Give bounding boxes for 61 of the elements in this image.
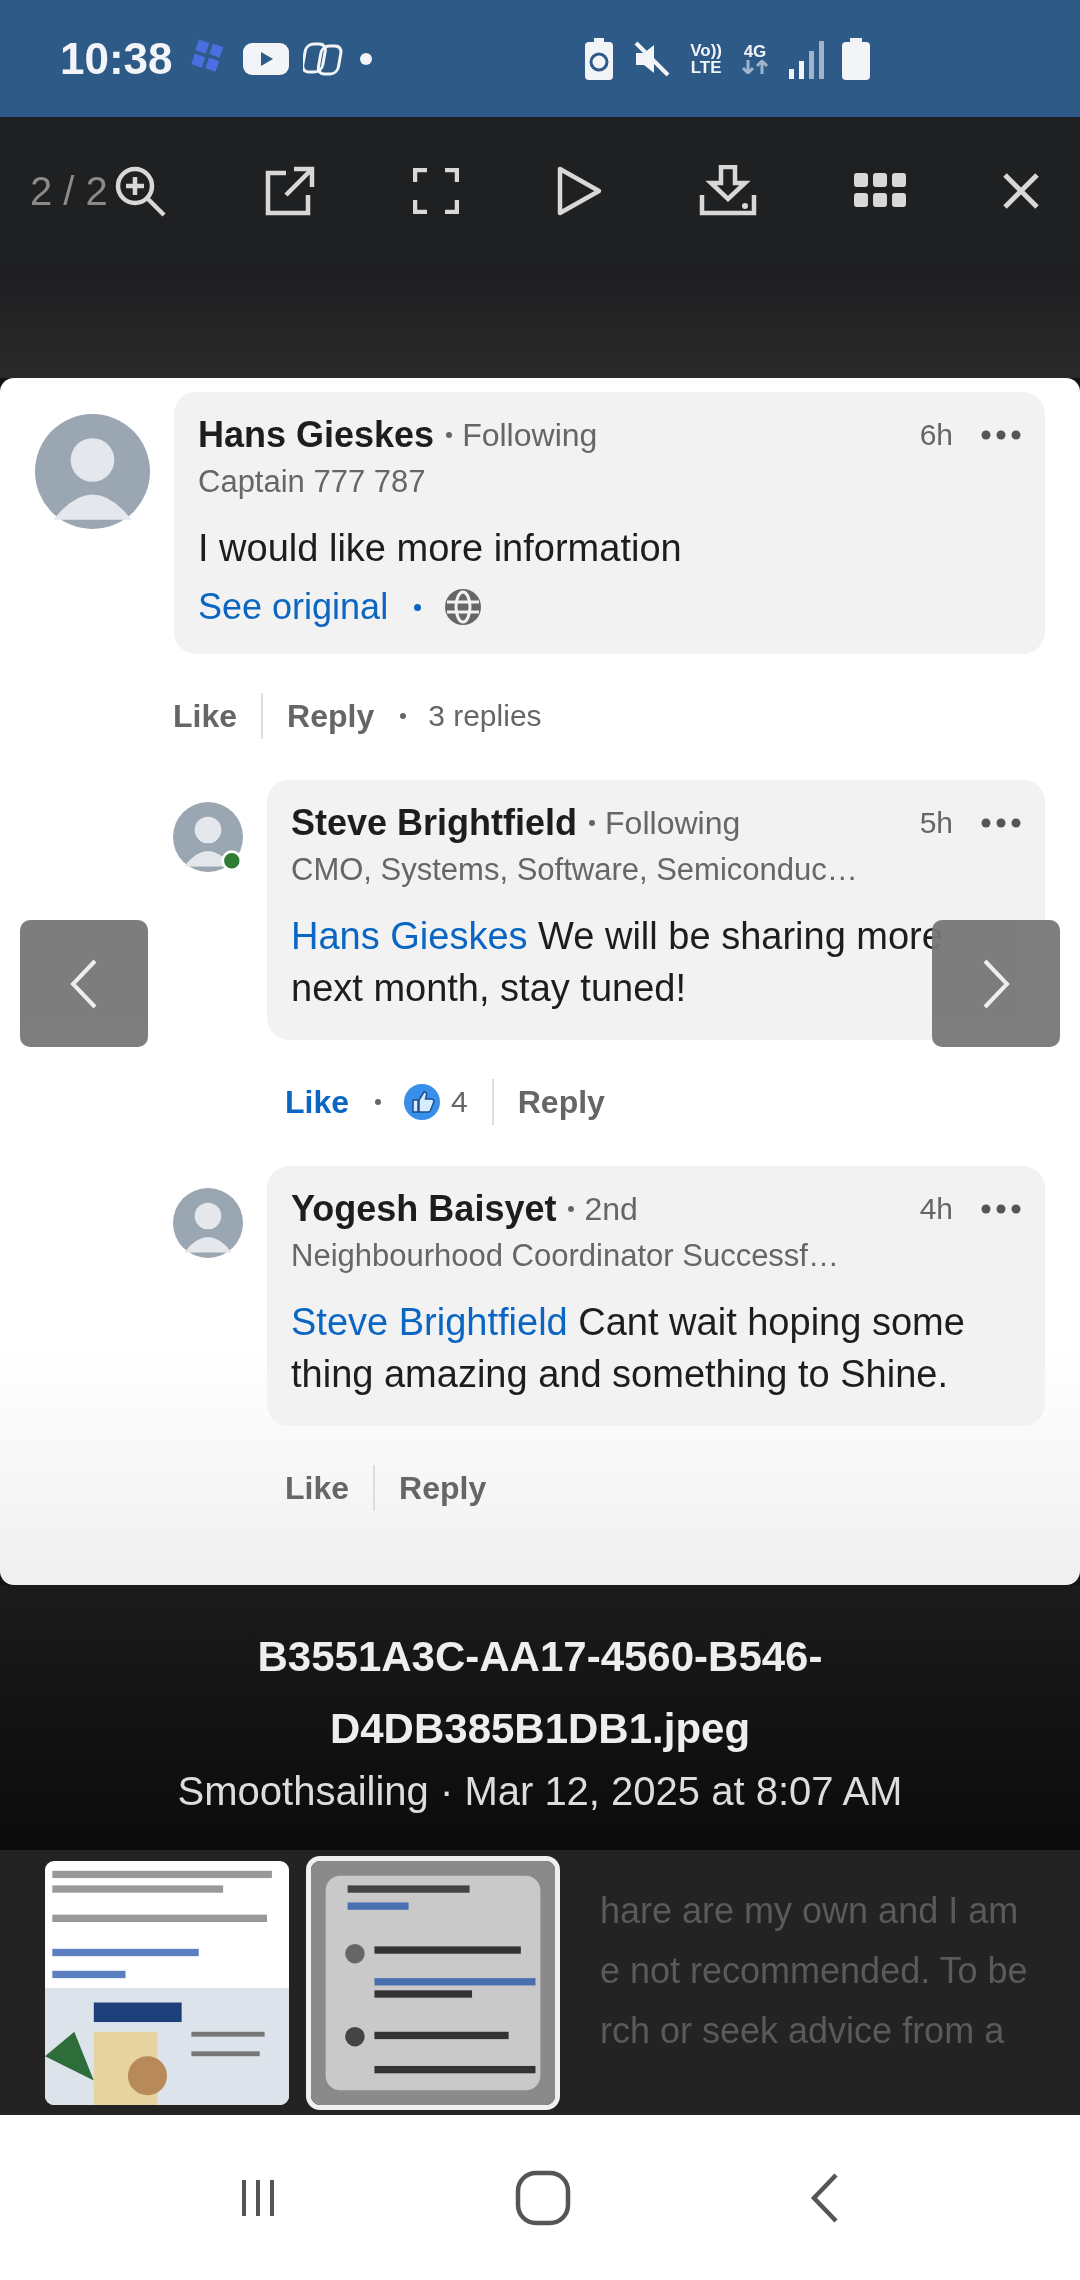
separator-dot [568, 1206, 575, 1212]
previous-button[interactable] [20, 920, 148, 1047]
page-counter: 2 / 2 [30, 168, 108, 214]
separator-dot [589, 820, 596, 826]
connection-label: Following [462, 416, 598, 454]
more-icon[interactable] [981, 1204, 1021, 1214]
lte-label: LTE [690, 58, 722, 76]
globe-icon [443, 587, 484, 627]
thumbs-up-icon [403, 1083, 442, 1121]
battery-icon [842, 37, 870, 80]
chevron-right-icon [981, 957, 1011, 1010]
comment-time: 6h [919, 418, 953, 452]
see-original-link[interactable]: See original [198, 586, 389, 628]
recents-icon[interactable] [239, 2177, 276, 2218]
reaction-count: 4 [451, 1085, 468, 1119]
comment-time: 5h [919, 806, 953, 840]
separator-dot [414, 603, 422, 611]
chevron-left-icon [69, 957, 99, 1010]
notification-dot-icon [358, 51, 373, 66]
file-details: Smoothsailing · Mar 12, 2025 at 8:07 AM [177, 1769, 903, 1814]
reply-button[interactable]: Reply [517, 1083, 605, 1121]
comment-time: 4h [919, 1192, 953, 1226]
author-name[interactable]: Hans Gieskes [198, 414, 435, 456]
separator-dot [400, 713, 407, 719]
grid-icon[interactable] [853, 173, 906, 209]
back-icon[interactable] [810, 2171, 841, 2224]
mention-link[interactable]: Hans Gieskes [291, 915, 528, 957]
network-type-label: 4G [743, 43, 767, 60]
author-name[interactable]: Steve Brightfield [291, 802, 578, 844]
volte-label: Vo)) [690, 41, 722, 59]
clock-time: 10:38 [60, 33, 173, 84]
connection-label: Following [605, 804, 741, 842]
replies-count[interactable]: 3 replies [428, 699, 542, 733]
author-headline: CMO, Systems, Software, Semiconduc… [291, 852, 859, 888]
app-icon [302, 40, 345, 77]
mention-link[interactable]: Steve Brightfield [291, 1301, 568, 1343]
reply-button[interactable]: Reply [399, 1469, 487, 1507]
comment-text: I would like more information [198, 526, 683, 571]
separator-dot [446, 432, 453, 438]
like-button[interactable]: Like [285, 1083, 350, 1121]
like-button[interactable]: Like [173, 697, 238, 735]
separator-dot [375, 1099, 382, 1105]
author-headline: Neighbourhood Coordinator Successf… [291, 1238, 840, 1274]
data-arrows-icon [740, 60, 770, 74]
like-button[interactable]: Like [285, 1469, 350, 1507]
author-headline: Captain 777 787 [198, 464, 427, 500]
more-icon[interactable] [981, 430, 1021, 440]
signal-icon [788, 38, 824, 79]
author-name[interactable]: Yogesh Baisyet [291, 1188, 557, 1230]
home-icon[interactable] [515, 2169, 571, 2226]
open-external-icon[interactable] [264, 165, 317, 217]
connection-label: 2nd [584, 1190, 638, 1228]
reply-button[interactable]: Reply [287, 697, 375, 735]
battery-saver-icon [584, 37, 615, 80]
comment-text: Steve Brightfield Cant wait hoping some thing amazing and something to Shine. [291, 1300, 966, 1397]
fullscreen-icon[interactable] [412, 168, 459, 214]
more-icon[interactable] [981, 818, 1021, 828]
download-icon[interactable] [699, 165, 758, 217]
close-icon[interactable] [1002, 172, 1040, 210]
file-name: B3551A3C-AA17-4560-B546-D4DB385B1DB1.jpeg [256, 1632, 824, 1754]
video-icon [242, 42, 289, 75]
